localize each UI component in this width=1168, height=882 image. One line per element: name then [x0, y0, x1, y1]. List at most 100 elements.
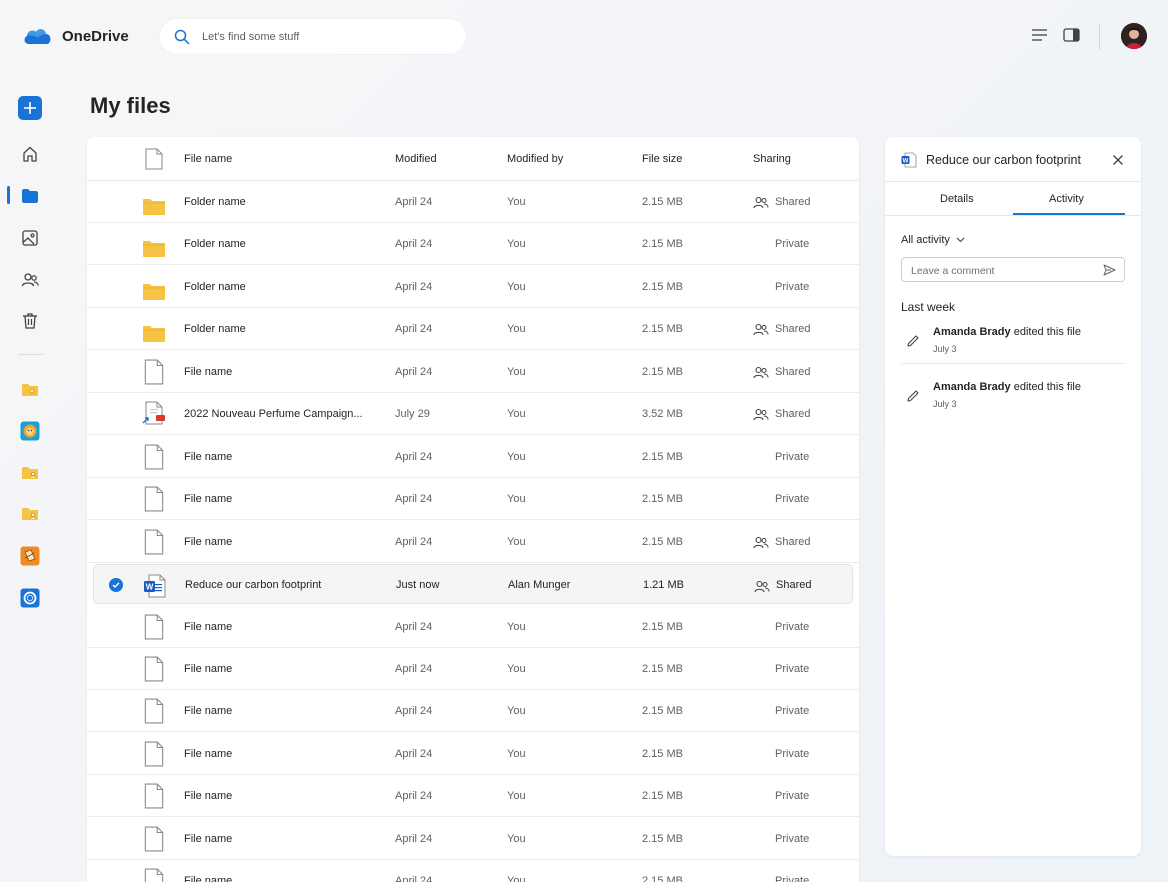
table-row[interactable]: Folder name April 24 You 2.15 MB Shared	[87, 308, 859, 351]
table-row[interactable]: Folder name April 24 You 2.15 MB Private	[87, 223, 859, 266]
nav-shared-folder-2[interactable]	[18, 502, 42, 526]
file-name[interactable]: Folder name	[184, 196, 246, 208]
sharing-status: Private	[775, 790, 810, 803]
user-avatar[interactable]	[1121, 23, 1147, 49]
list-view-icon[interactable]	[1031, 28, 1048, 42]
table-row[interactable]: Folder name April 24 You 2.15 MB Shared	[87, 181, 859, 223]
table-row[interactable]: File name April 24 You 2.15 MB Private	[87, 860, 859, 882]
modified-by: You	[507, 790, 526, 803]
comment-input[interactable]: Leave a comment	[901, 257, 1125, 282]
activity-user[interactable]: Amanda Brady	[933, 326, 1011, 338]
shared-people-icon	[753, 366, 769, 378]
tab-activity[interactable]: Activity	[1049, 193, 1084, 205]
nav-library-1[interactable]	[18, 419, 42, 443]
row-checkmark-icon[interactable]	[109, 578, 123, 593]
file-name[interactable]: File name	[184, 875, 232, 882]
file-size: 2.15 MB	[642, 196, 683, 208]
chevron-down-icon	[956, 237, 965, 243]
file-size: 2.15 MB	[642, 875, 683, 882]
activity-text: Amanda Brady edited this file	[933, 381, 1081, 393]
activity-user[interactable]: Amanda Brady	[933, 381, 1011, 393]
column-header-modified-by[interactable]: Modified by	[507, 153, 563, 165]
file-icon	[144, 614, 164, 639]
file-name[interactable]: File name	[184, 748, 232, 760]
file-name[interactable]: Folder name	[184, 281, 246, 293]
file-name[interactable]: File name	[184, 663, 232, 675]
modified-date: April 24	[395, 196, 433, 208]
modified-by: You	[507, 450, 526, 463]
file-name[interactable]: Folder name	[184, 238, 246, 250]
table-row[interactable]: File name April 24 You 2.15 MB Private	[87, 606, 859, 648]
send-icon[interactable]	[1103, 264, 1116, 276]
table-row[interactable]: File name April 24 You 2.15 MB Private	[87, 690, 859, 733]
modified-by: You	[507, 535, 526, 548]
file-name[interactable]: File name	[184, 621, 232, 633]
nav-favorite-folder[interactable]	[18, 378, 42, 402]
table-row[interactable]: File name April 24 You 2.15 MB Private	[87, 818, 859, 860]
table-row[interactable]: File name April 24 You 2.15 MB Private	[87, 775, 859, 818]
column-header-sharing[interactable]: Sharing	[753, 153, 791, 165]
file-name[interactable]: File name	[184, 790, 232, 802]
activity-date: July 3	[933, 399, 957, 409]
table-row-selected[interactable]: W Reduce our carbon footprint Just now Alan…	[93, 564, 853, 605]
nav-library-2[interactable]	[18, 544, 42, 568]
tab-details[interactable]: Details	[940, 193, 974, 205]
nav-recycle-bin[interactable]	[18, 309, 42, 333]
search-box[interactable]: Let's find some stuff	[160, 19, 466, 54]
modified-date: April 24	[395, 280, 433, 293]
file-name[interactable]: 2022 Nouveau Perfume Campaign...	[184, 408, 363, 420]
table-row[interactable]: File name April 24 You 2.15 MB Private	[87, 478, 859, 521]
pencil-icon	[907, 390, 919, 402]
table-row[interactable]: File name April 24 You 2.15 MB Private	[87, 436, 859, 478]
file-name[interactable]: File name	[184, 493, 232, 505]
file-type-header-icon[interactable]	[145, 148, 163, 170]
nav-photos[interactable]	[18, 226, 42, 250]
modified-by: You	[507, 705, 526, 718]
table-row[interactable]: File name April 24 You 2.15 MB Private	[87, 733, 859, 775]
word-doc-icon: W	[901, 152, 917, 168]
folder-icon	[22, 189, 38, 203]
file-icon	[144, 529, 164, 555]
column-header-modified[interactable]: Modified	[395, 153, 437, 165]
table-row[interactable]: File name April 24 You 2.15 MB Private	[87, 648, 859, 690]
modified-by: You	[507, 323, 526, 336]
nav-shared-folder-1[interactable]	[18, 461, 42, 485]
modified-date: April 24	[395, 535, 433, 548]
sharing-status: Shared	[776, 579, 812, 592]
table-row[interactable]: File name April 24 You 2.15 MB Shared	[87, 521, 859, 563]
file-name[interactable]: Folder name	[184, 323, 246, 335]
details-pane-icon[interactable]	[1063, 28, 1081, 43]
file-icon	[144, 783, 164, 809]
close-icon[interactable]	[1112, 154, 1124, 166]
table-row[interactable]: File name April 24 You 2.15 MB Shared	[87, 351, 859, 393]
column-header-name[interactable]: File name	[184, 153, 232, 165]
modified-date: April 24	[395, 790, 433, 803]
modified-by: You	[507, 238, 526, 251]
app-logo[interactable]: OneDrive	[22, 26, 129, 46]
table-row[interactable]: 2022 Nouveau Perfume Campaign... July 29 Y…	[87, 393, 859, 436]
nav-shared[interactable]	[18, 268, 42, 292]
file-name[interactable]: File name	[184, 705, 232, 717]
search-placeholder[interactable]: Let's find some stuff	[202, 31, 299, 43]
new-button[interactable]	[18, 96, 42, 120]
shared-people-icon	[754, 580, 770, 593]
modified-date: April 24	[395, 238, 433, 251]
file-name[interactable]: File name	[184, 451, 232, 463]
nav-home[interactable]	[18, 142, 42, 166]
file-name[interactable]: Reduce our carbon footprint	[185, 579, 321, 591]
nav-library-3[interactable]	[18, 586, 42, 610]
file-icon	[144, 868, 164, 882]
file-size: 1.21 MB	[643, 579, 684, 592]
file-size: 2.15 MB	[642, 493, 683, 506]
file-icon	[144, 698, 164, 724]
file-name[interactable]: File name	[184, 536, 232, 548]
file-name[interactable]: File name	[184, 833, 232, 845]
file-size: 2.15 MB	[642, 662, 683, 675]
column-header-size[interactable]: File size	[642, 153, 682, 165]
activity-filter-dropdown[interactable]: All activity	[901, 234, 965, 246]
home-icon	[23, 146, 37, 162]
table-row[interactable]: Folder name April 24 You 2.15 MB Private	[87, 266, 859, 308]
file-icon	[144, 826, 164, 852]
file-name[interactable]: File name	[184, 366, 232, 378]
nav-my-files[interactable]	[18, 184, 42, 208]
